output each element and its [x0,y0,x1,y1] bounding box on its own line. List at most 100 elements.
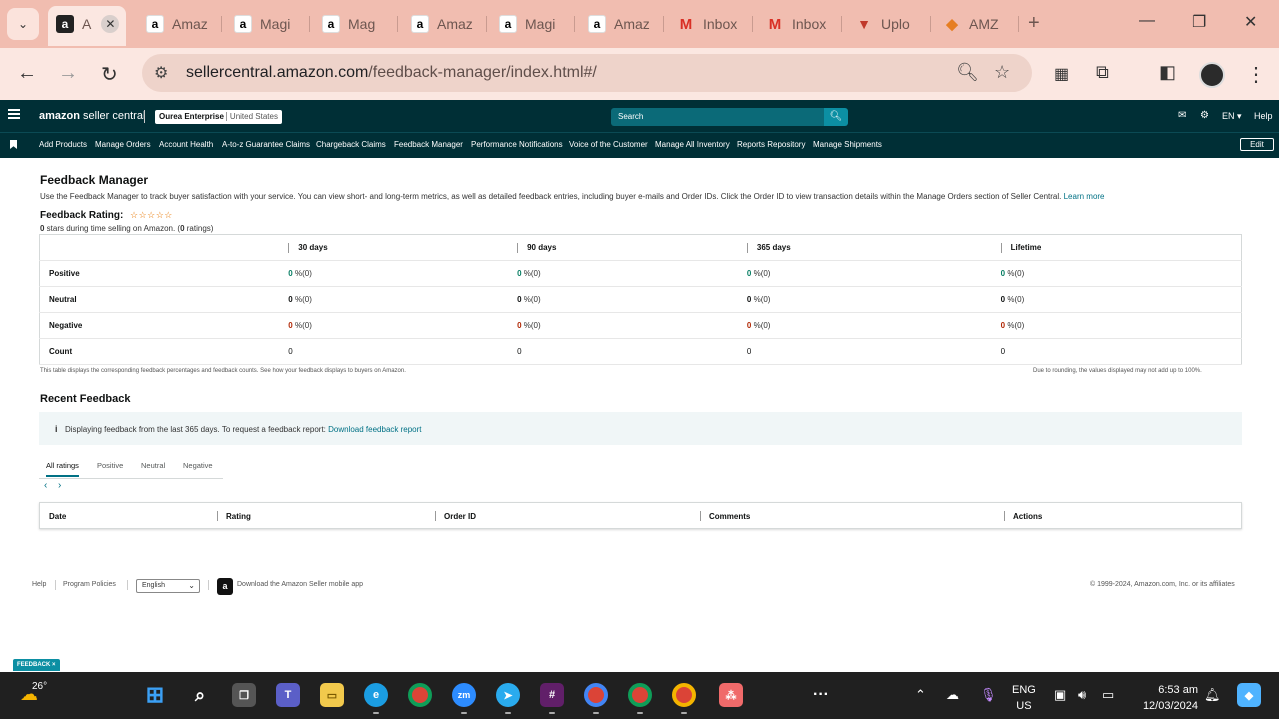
browser-tab[interactable]: a Magi [234,8,296,40]
nav-manage-shipments[interactable]: Manage Shipments [813,140,882,149]
chrome-profile-icon[interactable] [584,683,608,707]
tab-negative[interactable]: Negative [183,461,213,470]
bookmark-star-icon[interactable]: ☆ [994,62,1010,83]
nav-performance-notifications[interactable]: Performance Notifications [471,140,563,149]
footer-program-policies-link[interactable]: Program Policies [63,581,116,588]
nav-atoz-claims[interactable]: A-to-z Guarantee Claims [222,140,310,149]
browser-tab[interactable]: M Inbox [677,8,739,40]
footer-divider [127,580,128,590]
search-icon[interactable]: 🔍︎ [824,108,848,126]
teams-icon[interactable]: T [276,683,300,707]
settings-gear-icon[interactable]: ⚙ [1200,110,1209,121]
notification-bell-icon[interactable]: 🔔︎ [1204,687,1221,703]
reload-icon[interactable]: ↻ [101,62,118,87]
footer-language-select[interactable]: English ⌄ [136,579,200,593]
zoom-app-icon[interactable]: zm [452,683,476,707]
profile-avatar[interactable] [1199,62,1225,88]
display-icon[interactable]: ▣ [1054,687,1066,703]
volume-icon[interactable]: 🔊︎ [1078,687,1086,703]
browser-tab-active[interactable]: a A ✕ [48,6,126,46]
browser-tab[interactable]: a Amaz [146,8,208,40]
browser-menu-icon[interactable]: ⋮ [1246,62,1266,87]
seller-app-icon[interactable]: a [217,578,233,595]
battery-icon[interactable]: ▭ [1102,687,1114,703]
site-info-icon[interactable]: ⚙ [154,63,168,83]
back-icon[interactable]: ← [17,62,37,85]
copilot-icon[interactable]: ◆ [1237,683,1261,707]
tab-neutral[interactable]: Neutral [141,461,165,470]
nav-add-products[interactable]: Add Products [39,140,87,149]
browser-tab[interactable]: a Amaz [588,8,650,40]
browser-tab[interactable]: ▼ Uplo [855,8,917,40]
nav-edit-button[interactable]: Edit [1240,138,1274,151]
telegram-icon[interactable]: ➤ [496,683,520,707]
windows-start-icon[interactable]: ⊞ [143,682,167,707]
asana-icon[interactable]: ⁂ [719,683,743,707]
weather-temperature[interactable]: 26° [32,681,47,692]
browser-tab[interactable]: a Mag [322,8,384,40]
footer-app-link[interactable]: Download the Amazon Seller mobile app [237,581,363,588]
learn-more-link[interactable]: Learn more [1064,192,1105,201]
help-link[interactable]: Help [1254,111,1273,121]
tab-all-ratings[interactable]: All ratings [46,461,79,477]
store-selector[interactable]: Ourea Enterprise United States [155,110,282,124]
feedback-display-link[interactable]: See how your feedback displays to buyers… [260,368,406,374]
tab-positive[interactable]: Positive [97,461,123,470]
chrome-profile-icon[interactable] [628,683,652,707]
footer-help-link[interactable]: Help [32,581,46,588]
nav-feedback-manager[interactable]: Feedback Manager [394,140,463,149]
nav-chargeback-claims[interactable]: Chargeback Claims [316,140,386,149]
qr-code-icon[interactable]: ▦ [1054,64,1069,84]
language-selector[interactable]: EN ▾ [1222,111,1242,122]
browser-tab[interactable]: a Magi [499,8,561,40]
column-header-comments[interactable]: Comments [709,512,750,521]
url-text[interactable]: sellercentral.amazon.com/feedback-manage… [186,64,597,82]
browser-tab[interactable]: ◆ AMZ [943,8,1005,40]
nav-reports-repository[interactable]: Reports Repository [737,140,805,149]
input-language[interactable]: ENG US [1012,682,1036,714]
cloud-sync-icon[interactable]: ☁ [946,687,959,703]
forward-icon[interactable]: → [58,62,78,85]
tab-close-icon[interactable]: ✕ [101,15,120,33]
address-bar[interactable]: ⚙ sellercentral.amazon.com/feedback-mana… [142,54,1032,92]
column-header-actions[interactable]: Actions [1013,512,1042,521]
window-close-icon[interactable]: ✕ [1244,12,1257,32]
microphone-icon[interactable]: 🎙︎ [980,687,997,703]
more-apps-icon[interactable]: ··· [809,683,833,707]
tray-overflow-icon[interactable]: ⌃ [915,687,926,703]
tab-divider [309,16,310,32]
file-explorer-icon[interactable]: ▭ [320,683,344,707]
browser-tab[interactable]: M Inbox [766,8,828,40]
taskbar-clock[interactable]: 6:53 am 12/03/2024 [1132,682,1198,714]
restore-icon[interactable]: ❐ [1192,12,1206,32]
zoom-icon[interactable]: 🔍︎ [956,62,979,83]
column-header-order-id[interactable]: Order ID [444,512,476,521]
nav-manage-all-inventory[interactable]: Manage All Inventory [655,140,730,149]
side-panel-icon[interactable]: ◧ [1159,62,1176,83]
seller-search-input[interactable]: Search [611,108,824,126]
seller-central-logo[interactable]: amazon seller central [39,110,145,122]
hamburger-menu-icon[interactable] [8,109,20,119]
new-tab-icon[interactable]: + [1028,12,1040,35]
task-view-icon[interactable]: ❐ [232,683,256,707]
next-page-icon[interactable]: › [58,480,61,491]
prev-page-icon[interactable]: ‹ [44,480,47,491]
nav-account-health[interactable]: Account Health [159,140,213,149]
feedback-widget-button[interactable]: FEEDBACK × [13,659,60,671]
download-report-link[interactable]: Download feedback report [328,425,421,434]
chrome-profile-icon[interactable] [672,683,696,707]
nav-manage-orders[interactable]: Manage Orders [95,140,151,149]
taskbar-search-icon[interactable]: ⌕ [188,683,212,707]
column-header-date[interactable]: Date [49,512,66,521]
upload-icon: ▼ [857,16,871,32]
nav-voice-of-customer[interactable]: Voice of the Customer [569,140,648,149]
tab-search-button[interactable]: ⌄ [7,8,39,40]
minimize-icon[interactable]: — [1139,12,1155,30]
extensions-icon[interactable]: ⧉ [1096,62,1109,83]
column-header-rating[interactable]: Rating [226,512,251,521]
edge-icon[interactable]: e [364,683,388,707]
mail-icon[interactable]: ✉ [1178,110,1186,121]
chrome-icon[interactable] [408,683,432,707]
browser-tab[interactable]: a Amaz [411,8,473,40]
slack-icon[interactable]: # [540,683,564,707]
